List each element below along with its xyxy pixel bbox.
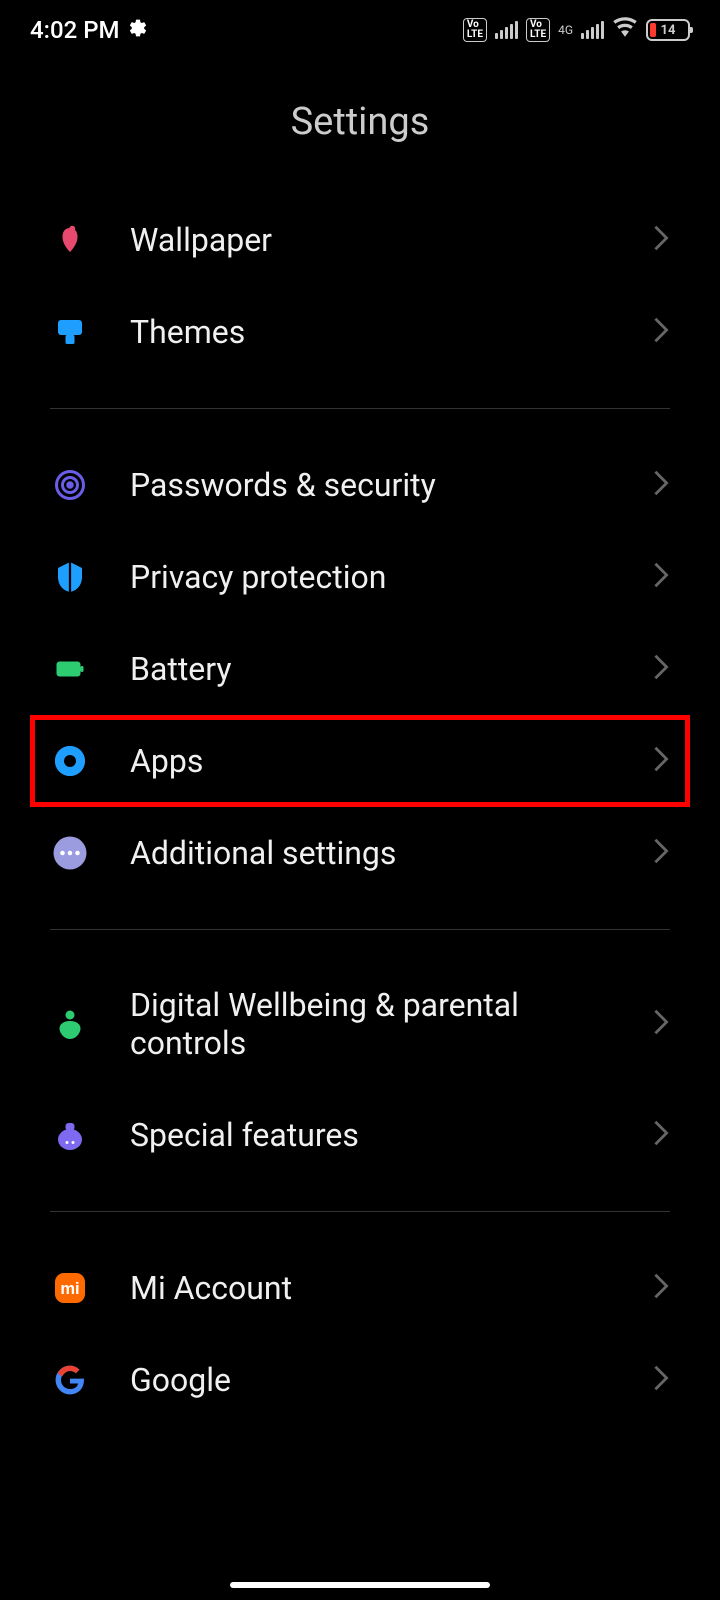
google-icon — [50, 1360, 90, 1400]
apps-icon — [50, 741, 90, 781]
svg-text:mi: mi — [60, 1280, 79, 1298]
settings-item-label: Wallpaper — [130, 221, 612, 259]
status-time: 4:02 PM — [30, 16, 120, 44]
settings-item-themes[interactable]: Themes — [0, 286, 720, 378]
volte-icon: VoLTE — [463, 18, 487, 42]
shield-icon — [50, 557, 90, 597]
settings-item-label: Passwords & security — [130, 466, 612, 504]
battery-icon — [50, 649, 90, 689]
settings-item-label: Mi Account — [130, 1269, 612, 1307]
status-bar: 4:02 PM VoLTE VoLTE 4G 14 — [0, 0, 720, 60]
signal-icon — [495, 21, 518, 39]
settings-item-label: Themes — [130, 313, 612, 351]
battery-level: 14 — [661, 23, 676, 38]
settings-list: Wallpaper Themes Passwords & security Pr… — [0, 194, 720, 1426]
settings-item-miaccount[interactable]: mi Mi Account — [0, 1242, 720, 1334]
settings-item-label: Privacy protection — [130, 558, 612, 596]
themes-icon — [50, 312, 90, 352]
gear-icon — [128, 16, 148, 44]
settings-item-passwords[interactable]: Passwords & security — [0, 439, 720, 531]
signal-icon-2 — [581, 21, 604, 39]
wifi-icon — [612, 14, 638, 46]
settings-item-privacy[interactable]: Privacy protection — [0, 531, 720, 623]
chevron-right-icon — [652, 224, 670, 256]
chevron-right-icon — [652, 1364, 670, 1396]
network-type: 4G — [558, 25, 573, 35]
settings-item-special[interactable]: Special features — [0, 1089, 720, 1181]
more-icon — [50, 833, 90, 873]
status-left: 4:02 PM — [30, 16, 148, 44]
settings-item-label: Special features — [130, 1116, 612, 1154]
chevron-right-icon — [652, 653, 670, 685]
chevron-right-icon — [652, 561, 670, 593]
settings-item-battery[interactable]: Battery — [0, 623, 720, 715]
wellbeing-icon — [50, 1004, 90, 1044]
settings-item-wellbeing[interactable]: Digital Wellbeing & parental controls — [0, 960, 720, 1089]
settings-item-label: Google — [130, 1361, 612, 1399]
page-title: Settings — [0, 100, 720, 144]
battery-icon: 14 — [646, 19, 690, 41]
mi-icon: mi — [50, 1268, 90, 1308]
chevron-right-icon — [652, 837, 670, 869]
wallpaper-icon — [50, 220, 90, 260]
fingerprint-icon — [50, 465, 90, 505]
settings-item-apps[interactable]: Apps — [30, 715, 690, 807]
chevron-right-icon — [652, 1008, 670, 1040]
divider — [50, 929, 670, 930]
settings-item-wallpaper[interactable]: Wallpaper — [0, 194, 720, 286]
divider — [50, 1211, 670, 1212]
chevron-right-icon — [652, 745, 670, 777]
settings-item-google[interactable]: Google — [0, 1334, 720, 1426]
settings-item-additional[interactable]: Additional settings — [0, 807, 720, 899]
home-indicator[interactable] — [230, 1582, 490, 1588]
chevron-right-icon — [652, 469, 670, 501]
volte-icon-2: VoLTE — [526, 18, 550, 42]
page-header: Settings — [0, 60, 720, 194]
settings-item-label: Battery — [130, 650, 612, 688]
status-right: VoLTE VoLTE 4G 14 — [463, 14, 690, 46]
chevron-right-icon — [652, 316, 670, 348]
settings-item-label: Apps — [130, 742, 612, 780]
special-icon — [50, 1115, 90, 1155]
settings-item-label: Additional settings — [130, 834, 612, 872]
settings-item-label: Digital Wellbeing & parental controls — [130, 986, 612, 1063]
chevron-right-icon — [652, 1119, 670, 1151]
divider — [50, 408, 670, 409]
chevron-right-icon — [652, 1272, 670, 1304]
